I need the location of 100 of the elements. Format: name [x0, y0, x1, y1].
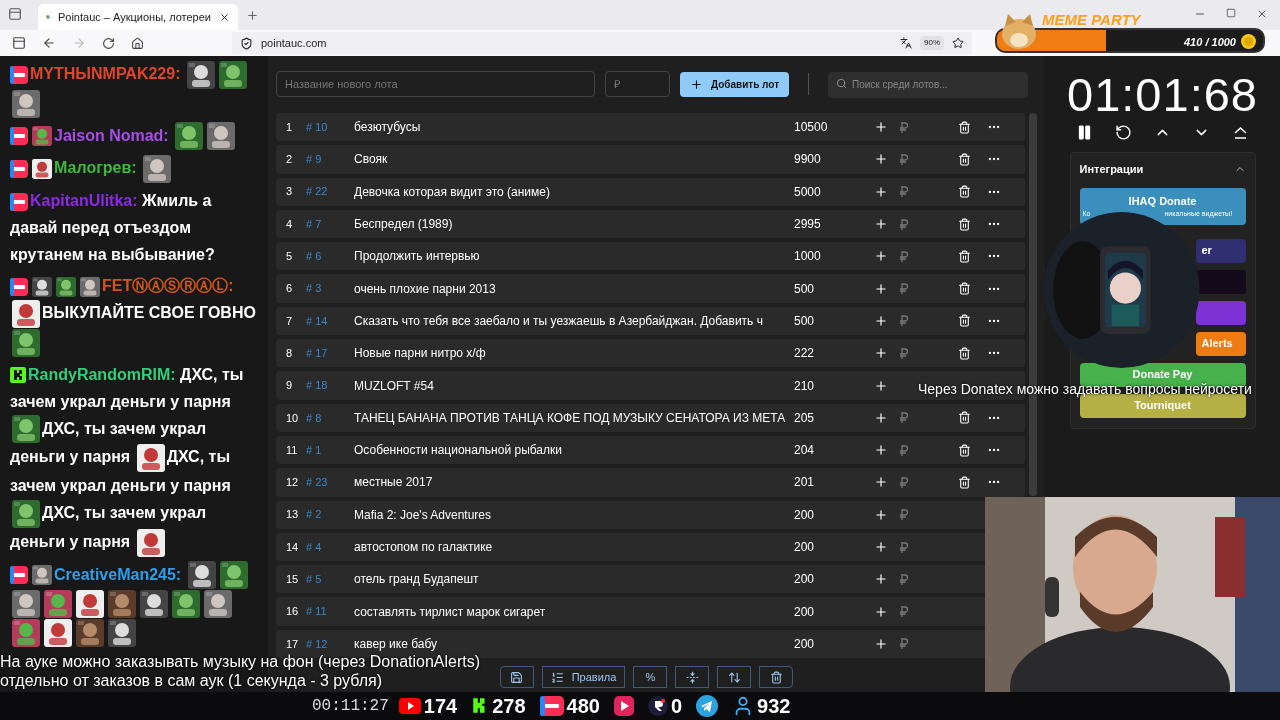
chat-username: KapitanUlitka:: [30, 192, 138, 210]
message-text: деньги у парня: [10, 532, 131, 550]
message-text: ДХС, ты: [180, 365, 244, 383]
lot-amount: 200: [794, 635, 816, 653]
search-field[interactable]: Поиск среди лотов...: [828, 71, 1028, 98]
browser-tab[interactable]: Pointauc – Аукционы, лотереи: [38, 4, 238, 30]
row-number: 3: [285, 184, 294, 200]
lot-name: Сказать что тебя все заебало и ты уезжаешь в Азербайджан. Добавить ч: [354, 312, 764, 330]
lot-name: составлять тирлист марок сигарет: [354, 603, 547, 621]
lot-name: местные 2017: [354, 474, 434, 492]
lot-amount: 201: [794, 474, 816, 492]
message-text: ВЫКУПАЙТЕ СВОЕ: [42, 304, 195, 322]
amount-field[interactable]: ₽: [605, 71, 670, 97]
lot-name: Новые парни нитро х/ф: [354, 345, 487, 363]
lot-id: # 14: [306, 313, 329, 329]
lot-id: # 2: [306, 507, 323, 523]
lot-id: # 7: [306, 216, 323, 232]
lot-amount: 204: [794, 442, 816, 460]
stat-count: 932: [757, 694, 791, 719]
message-text: Жмиль а: [142, 192, 212, 210]
lot-amount: 10500: [794, 119, 829, 137]
lot-amount: 1000: [794, 248, 822, 266]
row-number: 13: [285, 507, 300, 523]
lot-id: # 6: [306, 249, 323, 265]
lot-name: ТАНЕЦ БАНАНА ПРОТИВ ТАНЦА КОФЕ ПОД МУЗЫКУ СЕНАТОРА ИЗ МЕТА: [354, 409, 787, 427]
row-number: 15: [285, 572, 300, 588]
lot-id: # 8: [306, 410, 323, 426]
lot-id: # 17: [306, 345, 329, 361]
row-number: 7: [285, 313, 294, 329]
integration-button[interactable]: er: [1195, 238, 1246, 263]
percent-button[interactable]: %: [633, 666, 668, 688]
lot-id: # 9: [306, 152, 323, 168]
lot-amount: 200: [794, 603, 816, 621]
row-number: 12: [285, 475, 300, 491]
lot-name-field[interactable]: Название нового лота: [276, 71, 595, 97]
lot-amount: 5000: [794, 183, 822, 201]
stat-count: 0: [670, 694, 683, 719]
lot-id: # 18: [306, 378, 329, 394]
row-number: 4: [285, 216, 294, 232]
row-number: 14: [285, 539, 300, 555]
row-number: 1: [285, 119, 294, 135]
lot-name: Свояк: [354, 151, 389, 169]
lot-name: отель гранд Будапешт: [354, 571, 480, 589]
row-number: 10: [285, 410, 300, 426]
rules-button[interactable]: Правила: [541, 666, 626, 688]
subtitle-text: отдельно от заказов в сам аук (1 секунда - 3 рубля): [0, 671, 384, 690]
lot-id: # 22: [306, 184, 329, 200]
url-text: pointauc.com: [261, 35, 327, 51]
lot-amount: 500: [794, 312, 816, 330]
lot-name: Продолжить интервью: [354, 248, 481, 266]
lot-name: Беспредел (1989): [354, 216, 454, 234]
lot-name: Девочка которая видит это (аниме): [354, 183, 551, 201]
lot-amount: 200: [794, 506, 816, 524]
lot-amount: 500: [794, 280, 816, 298]
lot-amount: 222: [794, 345, 816, 363]
lot-name: Особенности национальной рыбалки: [354, 442, 563, 460]
row-number: 16: [285, 604, 300, 620]
lot-amount: 2995: [794, 216, 822, 234]
lot-id: # 10: [306, 119, 329, 135]
lot-name: безютубусы: [354, 119, 422, 137]
row-number: 9: [285, 378, 294, 394]
lot-amount: 9900: [794, 151, 822, 169]
lot-amount: 205: [794, 409, 816, 427]
row-number: 6: [285, 281, 294, 297]
chat-username: Jaison Nomad:: [54, 126, 169, 144]
message-text: крутанем на выбывание?: [10, 246, 215, 264]
chat-username: Малогрев:: [54, 159, 137, 177]
message-text: ДХС, ты зачем украл: [42, 504, 207, 522]
stat-count: 278: [492, 694, 526, 719]
lot-amount: 210: [794, 377, 816, 395]
row-number: 17: [285, 636, 300, 652]
lot-id: # 12: [306, 636, 329, 652]
message-text: зачем украл деньги у парня: [10, 477, 231, 495]
address-bar[interactable]: pointauc.com 90%: [232, 32, 972, 54]
lot-id: # 5: [306, 572, 323, 588]
lot-id: # 3: [306, 281, 323, 297]
lot-id: # 1: [306, 442, 323, 458]
zoom-level[interactable]: 90%: [920, 36, 944, 50]
chat-username: RandyRandomRIM:: [28, 365, 176, 383]
message-text: ДХС, ты: [166, 448, 231, 466]
tab-title: Pointauc – Аукционы, лотереи: [57, 9, 211, 25]
row-number: 11: [285, 442, 299, 458]
timer: 01:01:68: [1067, 68, 1258, 122]
lot-amount: 200: [794, 571, 816, 589]
chat-username: MYTHЫNMPAK229:: [30, 65, 181, 82]
lot-amount: 200: [794, 539, 816, 556]
lot-id: # 11: [306, 604, 328, 620]
subtitle-text: На ауке можно заказывать музыку на фон (через DonationAlerts): [0, 652, 481, 671]
message-text: зачем украл деньги у парня: [10, 392, 231, 410]
progress-text: 410 / 1000: [1184, 35, 1236, 50]
stat-count: 174: [423, 694, 458, 719]
uptime: 00:11:27: [312, 696, 389, 717]
lot-name: очень плохие парни 2013: [354, 280, 497, 298]
stat-count: 480: [566, 694, 600, 719]
message-text: давай перед отъездом: [10, 219, 191, 237]
lot-id: # 23: [306, 475, 329, 491]
lot-name: кавер ике бабу: [354, 635, 439, 653]
row-number: 5: [285, 249, 294, 265]
message-text: деньги у парня: [10, 448, 131, 466]
add-lot-button[interactable]: Добавить лот: [680, 71, 789, 97]
